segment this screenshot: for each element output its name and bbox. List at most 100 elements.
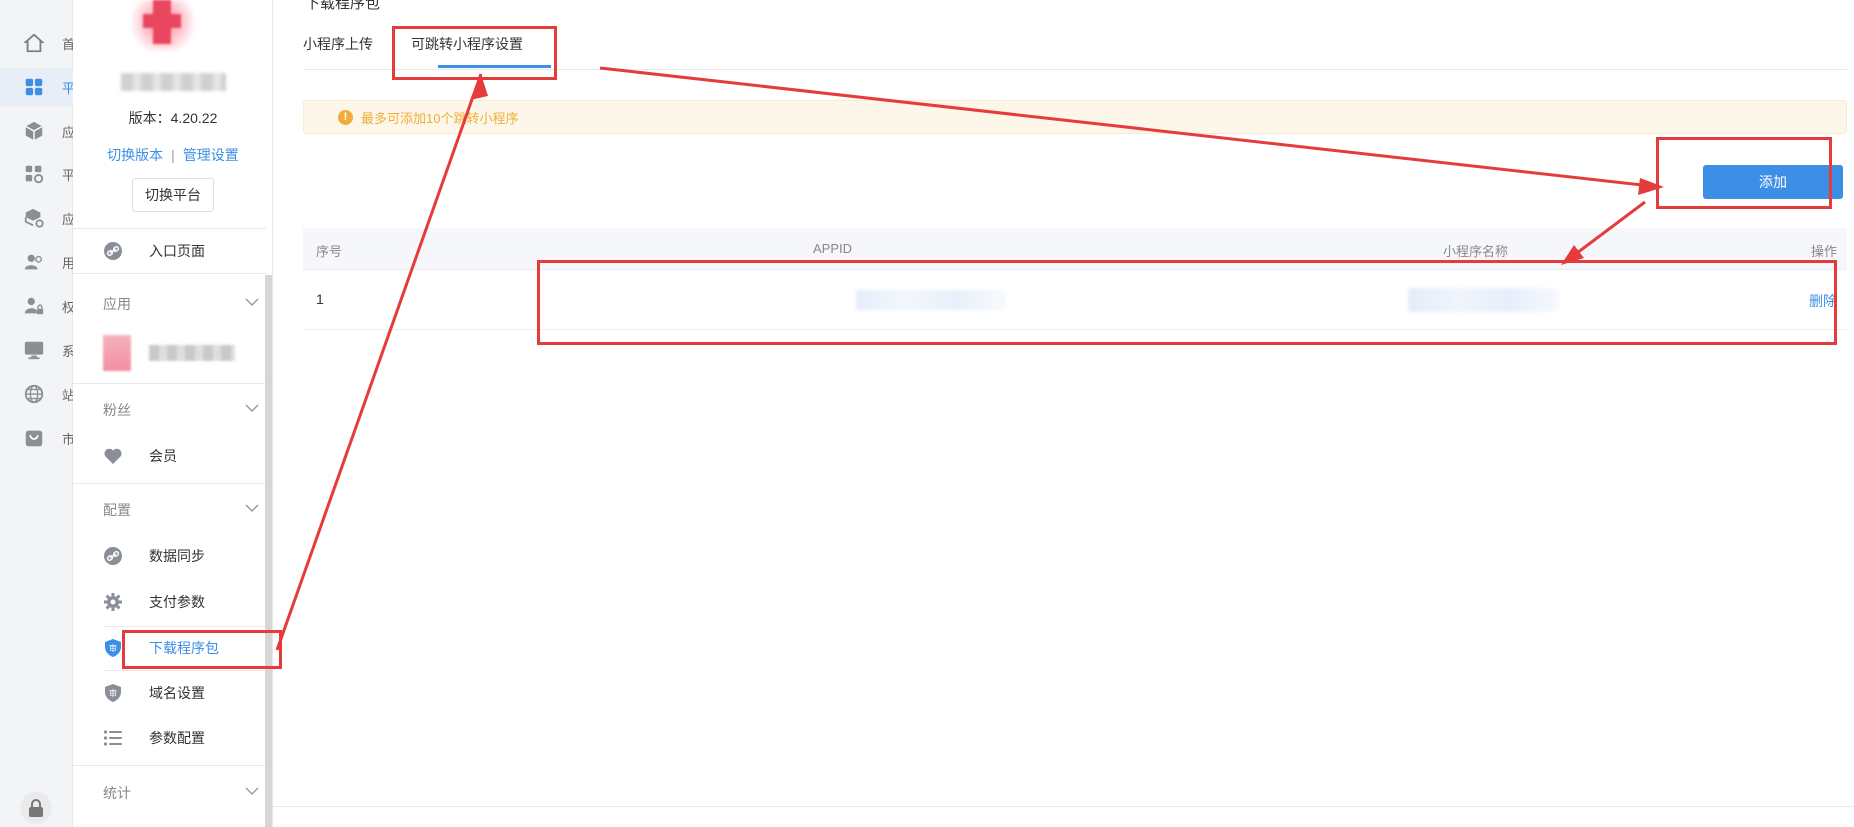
rail-label: 应 — [62, 211, 73, 227]
notice-bar: ! 最多可添加10个跳转小程序 — [303, 100, 1847, 134]
apps-settings-icon — [25, 165, 44, 184]
lock-button[interactable] — [20, 792, 52, 824]
menu-item-pay-params[interactable]: 支付参数 — [73, 580, 266, 624]
menu-label: 域名设置 — [149, 685, 205, 701]
divider — [73, 383, 266, 384]
menu-label: 数据同步 — [149, 548, 205, 564]
users-icon — [24, 254, 43, 270]
table-row: 1 删除 — [303, 270, 1847, 330]
menu-item-download-package[interactable]: 审 下载程序包 — [73, 626, 266, 670]
column-header-index: 序号 — [316, 244, 343, 259]
column-header-name: 小程序名称 — [1443, 244, 1509, 259]
globe-icon — [24, 384, 44, 404]
shopping-bag-icon — [25, 430, 43, 447]
user-lock-icon — [24, 297, 44, 315]
grid-icon — [25, 78, 43, 96]
secondary-sidebar: 版本：4.20.22 切换版本 | 管理设置 切换平台 入口页面 应用 粉丝 会员 … — [73, 0, 273, 827]
switch-version-link[interactable]: 切换版本 — [107, 147, 163, 163]
side-links: 切换版本 | 管理设置 — [73, 145, 273, 165]
rail-item-app-settings[interactable]: 应 — [0, 199, 73, 237]
main-content: 下载程序包 小程序上传 可跳转小程序设置 ! 最多可添加10个跳转小程序 添加 … — [273, 0, 1854, 827]
rail-item-home[interactable]: 首 — [0, 24, 73, 62]
menu-item-entry-page[interactable]: 入口页面 — [73, 229, 266, 273]
divider — [73, 765, 266, 766]
cell-appid-redacted — [856, 290, 1006, 310]
rail-item-users[interactable]: 用 — [0, 243, 73, 281]
rail-label: 站 — [62, 387, 73, 403]
footer-divider — [273, 806, 1854, 807]
tabs-divider — [303, 69, 1847, 70]
shield-icon: 审 — [105, 639, 121, 657]
icon-rail: 首 平 应 平 应 用 权 系 站 市 — [0, 0, 73, 827]
menu-label: 会员 — [149, 448, 177, 464]
cell-name-redacted — [1408, 288, 1560, 312]
link-icon — [104, 547, 122, 565]
rail-label: 平 — [62, 167, 73, 183]
rail-item-system[interactable]: 系 — [0, 331, 73, 369]
app-name-redacted[interactable] — [149, 345, 235, 361]
rail-item-market[interactable]: 市 — [0, 419, 73, 457]
link-icon — [104, 242, 122, 260]
menu-label: 入口页面 — [149, 243, 205, 259]
notice-text: 最多可添加10个跳转小程序 — [361, 110, 519, 126]
list-icon — [103, 730, 122, 746]
chevron-down-icon[interactable] — [245, 403, 259, 413]
rail-item-apps[interactable]: 应 — [0, 112, 73, 150]
menu-item-param-config[interactable]: 参数配置 — [73, 716, 266, 760]
rail-label: 平 — [62, 80, 73, 96]
page-title: 下载程序包 — [305, 0, 381, 12]
table-header: 序号 APPID 小程序名称 操作 — [303, 228, 1847, 270]
group-title-fans: 粉丝 — [103, 402, 131, 418]
cube-icon — [25, 121, 43, 141]
svg-text:审: 审 — [109, 643, 117, 653]
active-tab-indicator — [438, 65, 551, 68]
tab-upload[interactable]: 小程序上传 — [303, 34, 373, 54]
menu-label: 下载程序包 — [149, 640, 219, 656]
lock-icon — [29, 799, 43, 817]
svg-text:审: 审 — [109, 688, 117, 698]
rail-label: 权 — [62, 299, 73, 315]
chevron-down-icon[interactable] — [245, 503, 259, 513]
rail-label: 系 — [62, 343, 73, 359]
menu-label: 参数配置 — [149, 730, 205, 746]
rail-label: 应 — [62, 124, 73, 140]
tab-jump-settings[interactable]: 可跳转小程序设置 — [411, 34, 523, 54]
info-icon: ! — [338, 109, 353, 125]
rail-item-site[interactable]: 站 — [0, 375, 73, 413]
divider — [73, 483, 266, 484]
box-settings-icon — [24, 208, 44, 228]
app-thumbnail[interactable] — [103, 335, 131, 371]
sidebar-scrollbar[interactable] — [265, 275, 272, 827]
rail-item-permissions[interactable]: 权 — [0, 287, 73, 325]
home-icon — [23, 33, 45, 53]
chevron-down-icon[interactable] — [245, 297, 259, 307]
shield-icon: 审 — [105, 684, 121, 702]
column-header-appid: APPID — [813, 241, 853, 256]
menu-item-member[interactable]: 会员 — [73, 434, 266, 478]
monitor-icon — [24, 341, 44, 360]
rail-label: 首 — [62, 36, 73, 52]
version-text: 版本：4.20.22 — [128, 110, 218, 126]
rail-label: 市 — [62, 431, 73, 447]
group-title-app: 应用 — [103, 296, 131, 312]
group-title-config: 配置 — [103, 502, 131, 518]
link-separator: | — [171, 147, 175, 163]
divider — [73, 273, 266, 274]
group-title-stats: 统计 — [103, 785, 131, 801]
cell-index: 1 — [316, 291, 324, 307]
delete-link[interactable]: 删除 — [1809, 291, 1837, 311]
heart-icon — [104, 448, 122, 464]
gear-icon — [104, 593, 122, 611]
switch-platform-button[interactable]: 切换平台 — [132, 178, 214, 212]
rail-item-platform-settings[interactable]: 平 — [0, 155, 73, 193]
rail-item-platform[interactable]: 平 — [0, 68, 73, 106]
column-header-action: 操作 — [1810, 244, 1837, 259]
add-button[interactable]: 添加 — [1703, 165, 1843, 199]
menu-label: 支付参数 — [149, 594, 205, 610]
menu-item-data-sync[interactable]: 数据同步 — [73, 534, 266, 578]
manage-settings-link[interactable]: 管理设置 — [183, 147, 239, 163]
platform-name-redacted — [121, 73, 226, 91]
rail-label: 用 — [62, 255, 73, 271]
menu-item-domain-settings[interactable]: 审 域名设置 — [73, 671, 266, 715]
chevron-down-icon[interactable] — [245, 786, 259, 796]
